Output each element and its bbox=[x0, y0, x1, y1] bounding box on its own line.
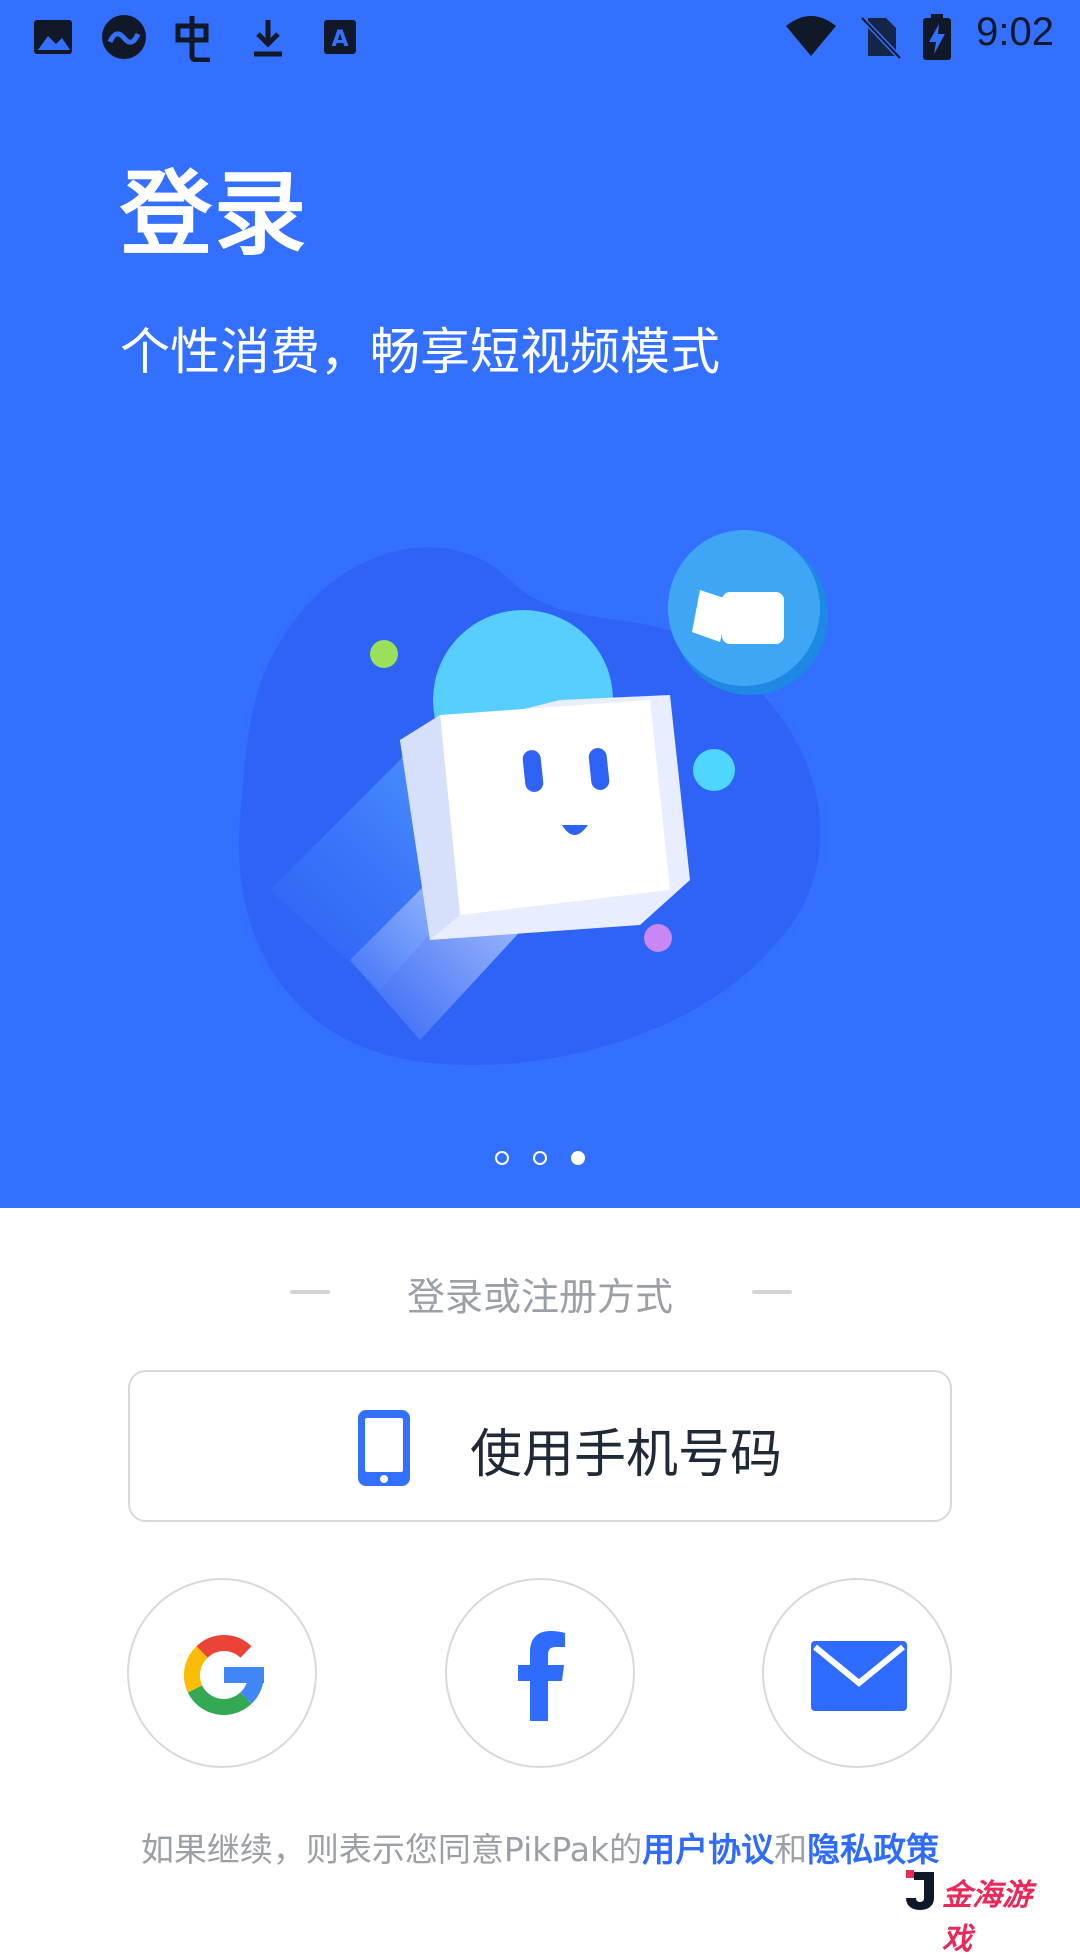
login-divider: 登录或注册方式 bbox=[0, 1262, 1080, 1322]
phone-login-label: 使用手机号码 bbox=[470, 1425, 783, 1485]
image-icon bbox=[34, 20, 72, 54]
email-icon bbox=[811, 1641, 907, 1711]
battery-charging-icon bbox=[923, 14, 951, 60]
google-login-button[interactable] bbox=[127, 1578, 317, 1768]
email-login-button[interactable] bbox=[762, 1578, 952, 1768]
divider-line bbox=[752, 1290, 792, 1294]
page-dot[interactable] bbox=[533, 1151, 547, 1165]
cloud-link-icon bbox=[102, 15, 146, 59]
google-icon bbox=[183, 1635, 264, 1715]
terms-conjunction: 和 bbox=[774, 1830, 808, 1869]
svg-text:A: A bbox=[331, 27, 348, 52]
watermark-text: 金海游戏 bbox=[942, 1878, 1032, 1957]
page-subtitle: 个性消费，畅享短视频模式 bbox=[120, 323, 720, 381]
facebook-icon bbox=[518, 1631, 565, 1721]
status-bar: A 9:02 bbox=[0, 0, 1080, 76]
hero-illustration bbox=[238, 530, 828, 1066]
page-title: 登录 bbox=[120, 161, 309, 268]
phone-login-button[interactable]: 使用手机号码 bbox=[128, 1370, 952, 1522]
status-time: 9:02 bbox=[976, 10, 1054, 54]
app-icon bbox=[175, 16, 210, 62]
watermark: 金海游戏 bbox=[900, 1866, 1060, 1957]
watermark-logo bbox=[906, 1870, 934, 1910]
translate-icon: A bbox=[324, 20, 356, 54]
privacy-policy-link[interactable]: 隐私政策 bbox=[807, 1830, 939, 1869]
download-icon bbox=[254, 20, 282, 57]
wifi-icon bbox=[786, 16, 836, 56]
phone-icon bbox=[358, 1410, 410, 1486]
facebook-login-button[interactable] bbox=[445, 1578, 635, 1768]
no-sim-icon bbox=[860, 16, 902, 60]
user-agreement-link[interactable]: 用户协议 bbox=[642, 1830, 774, 1869]
terms-prefix: 如果继续，则表示您同意PikPak的 bbox=[140, 1830, 643, 1869]
terms-text: 如果继续，则表示您同意PikPak的用户协议和隐私政策 bbox=[0, 1823, 1080, 1871]
page-indicator bbox=[0, 1150, 1080, 1169]
page-dot[interactable] bbox=[495, 1151, 509, 1165]
page-dot-active[interactable] bbox=[571, 1151, 585, 1165]
divider-text: 登录或注册方式 bbox=[406, 1275, 673, 1319]
